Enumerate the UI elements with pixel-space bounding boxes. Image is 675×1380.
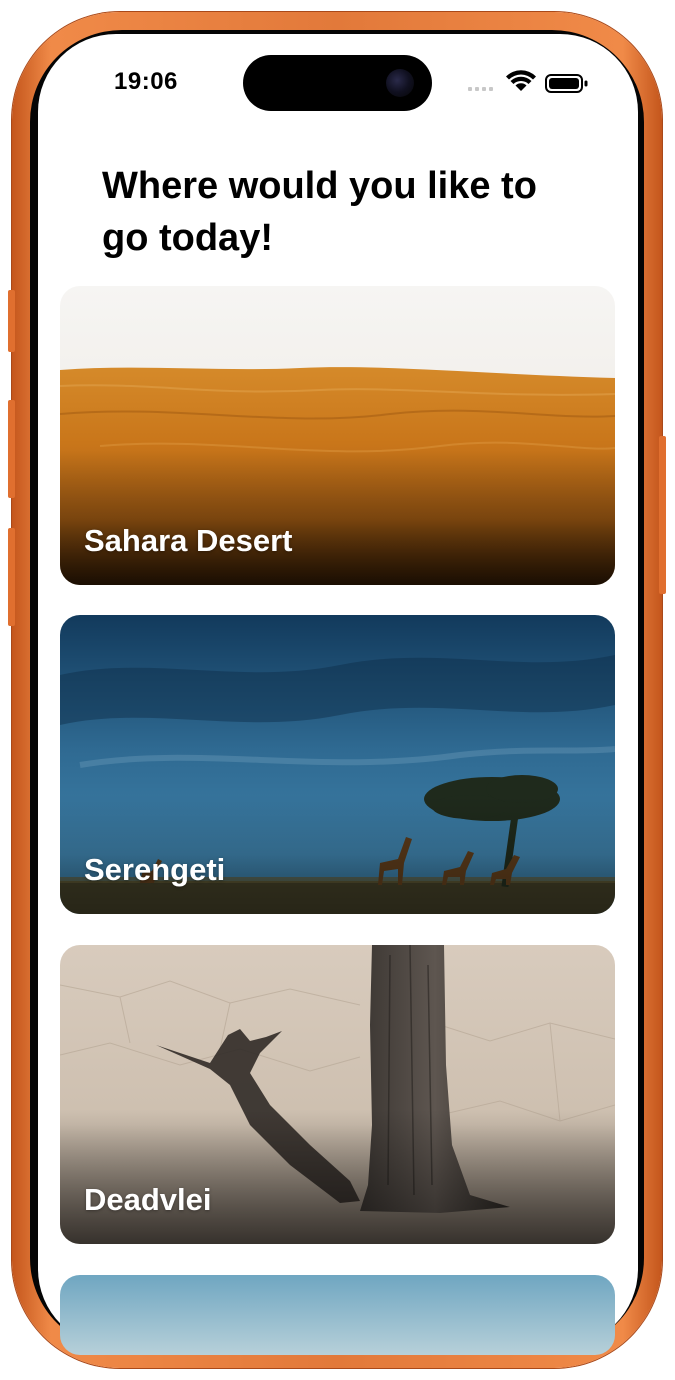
- power-button: [659, 436, 666, 594]
- destination-label: Serengeti: [84, 852, 226, 887]
- next-destination-image: [60, 1275, 615, 1355]
- destination-label: Deadvlei: [84, 1182, 212, 1217]
- dynamic-island: [243, 55, 432, 111]
- status-time: 19:06: [114, 68, 178, 95]
- signal-icon: [468, 87, 493, 91]
- action-button: [8, 290, 15, 352]
- destination-card-next[interactable]: [60, 1275, 615, 1355]
- battery-icon: [545, 74, 588, 93]
- destination-card-sahara[interactable]: Sahara Desert: [60, 286, 615, 585]
- volume-up-button: [8, 400, 15, 498]
- wifi-icon: [506, 70, 536, 91]
- destination-label: Sahara Desert: [84, 523, 293, 558]
- page-title: Where would you like to go today!: [102, 165, 537, 259]
- status-icons: [468, 70, 588, 93]
- destination-card-deadvlei[interactable]: Deadvlei: [60, 945, 615, 1244]
- volume-down-button: [8, 528, 15, 626]
- destination-card-serengeti[interactable]: Serengeti: [60, 615, 615, 914]
- camera-icon: [386, 69, 414, 97]
